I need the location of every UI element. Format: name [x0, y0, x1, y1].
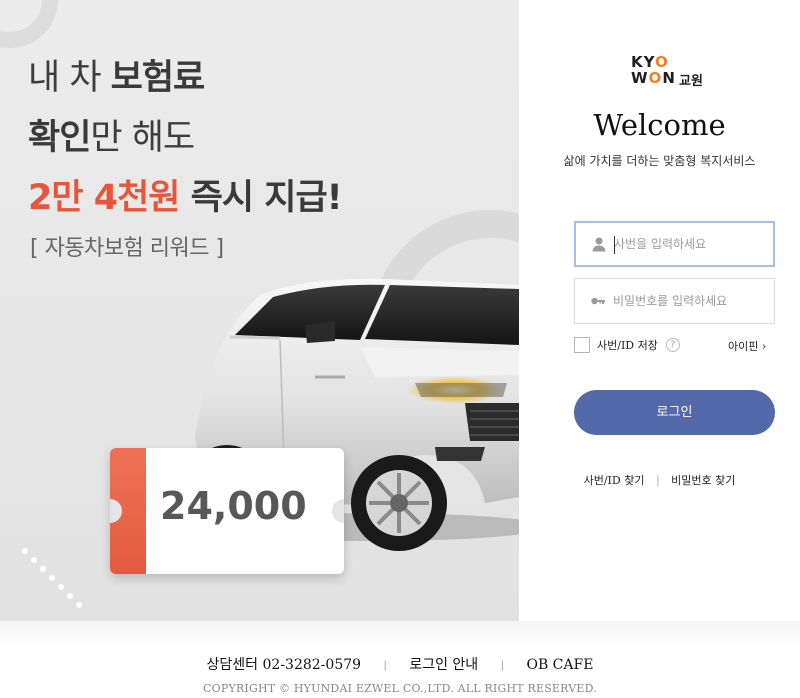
login-panel: KYO WON 교원 Welcome 삶에 가치를 더하는 맞춤형 복지서비스 …: [519, 0, 800, 621]
help-icon[interactable]: ?: [665, 338, 680, 352]
ticket-notch: [332, 499, 344, 523]
welcome-title: Welcome: [593, 108, 726, 142]
separator: |: [383, 659, 387, 671]
login-button[interactable]: 로그인: [574, 390, 775, 435]
text-caret: [614, 236, 615, 254]
find-links: 사번/ID 찾기 | 비밀번호 찾기: [519, 472, 800, 488]
promo-banner[interactable]: 내 차 보험료 확인만 해도 2만 4천원 즉시 지급! [ 자동차보험 리워드…: [0, 0, 519, 621]
kyowon-logo: KYO WON 교원: [631, 53, 703, 89]
remember-id-label[interactable]: 사번/ID 저장: [597, 337, 658, 353]
welcome-tagline: 삶에 가치를 더하는 맞춤형 복지서비스: [563, 154, 756, 168]
ob-cafe-link[interactable]: OB CAFE: [526, 657, 593, 673]
password-field[interactable]: [574, 278, 775, 324]
login-guide-link[interactable]: 로그인 안내: [409, 657, 478, 673]
ticket-amount: 24,000: [160, 484, 307, 528]
reward-ticket: 24,000: [110, 448, 344, 574]
copyright: COPYRIGHT © HYUNDAI EZWEL CO.,LTD. ALL R…: [203, 682, 597, 695]
headline-line-3: 2만 4천원 즉시 지급!: [28, 178, 343, 218]
ipin-link[interactable]: 아이핀 ›: [728, 338, 766, 354]
headline-line-2: 확인만 해도: [28, 118, 195, 158]
remember-id: 사번/ID 저장 ?: [574, 337, 680, 353]
separator: |: [500, 659, 505, 671]
remember-id-checkbox[interactable]: [574, 337, 590, 353]
promo-subtag: [ 자동차보험 리워드 ]: [30, 236, 224, 261]
headline-line-1: 내 차 보험료: [28, 58, 205, 98]
key-icon: [591, 297, 605, 305]
decorative-ring: [0, 0, 58, 48]
find-password-link[interactable]: 비밀번호 찾기: [671, 474, 735, 487]
footer-links: 상담센터 02-3282-0579 | 로그인 안내 | OB CAFE: [0, 654, 800, 674]
user-icon: [592, 237, 606, 252]
contact-center-link[interactable]: 상담센터 02-3282-0579: [207, 657, 362, 673]
separator: |: [655, 474, 660, 487]
footer: 상담센터 02-3282-0579 | 로그인 안내 | OB CAFE COP…: [0, 621, 800, 698]
find-id-link[interactable]: 사번/ID 찾기: [584, 474, 645, 487]
promo-headline: 내 차 보험료 확인만 해도 2만 4천원 즉시 지급!: [28, 48, 343, 228]
employee-id-input[interactable]: [614, 223, 769, 265]
password-input[interactable]: [613, 279, 768, 323]
employee-id-field[interactable]: [574, 221, 775, 267]
